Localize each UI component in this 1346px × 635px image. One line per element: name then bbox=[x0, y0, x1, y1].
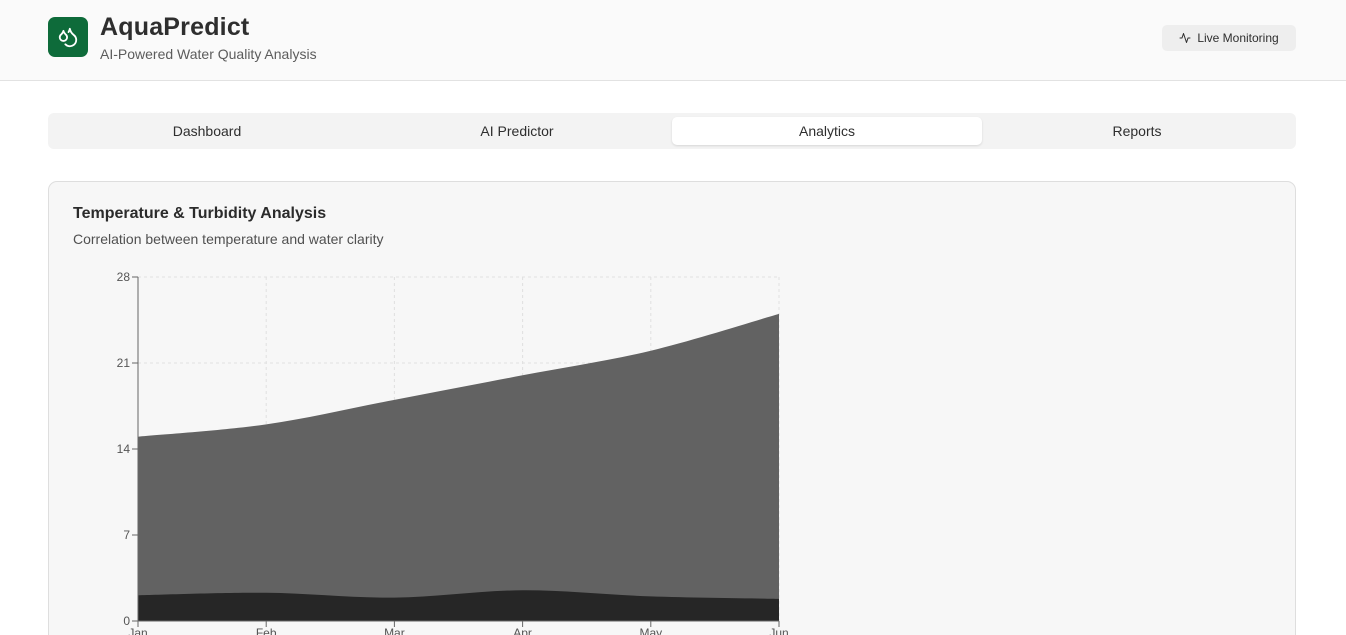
x-tick-label: Jun bbox=[769, 626, 788, 635]
y-tick-label: 7 bbox=[123, 528, 130, 542]
y-tick-label: 21 bbox=[117, 356, 131, 370]
x-tick-label: May bbox=[639, 626, 662, 635]
x-tick-label: Jan bbox=[128, 626, 147, 635]
tab-analytics[interactable]: Analytics bbox=[672, 117, 982, 145]
series-1-area bbox=[138, 313, 779, 621]
tab-dashboard[interactable]: Dashboard bbox=[52, 117, 362, 145]
x-tick-label: Apr bbox=[513, 626, 532, 635]
tab-reports[interactable]: Reports bbox=[982, 117, 1292, 145]
y-tick-label: 28 bbox=[117, 270, 131, 284]
live-monitoring-label: Live Monitoring bbox=[1197, 31, 1279, 45]
x-tick-label: Mar bbox=[384, 626, 405, 635]
app-title: AquaPredict bbox=[100, 13, 250, 41]
app-header: AquaPredict AI-Powered Water Quality Ana… bbox=[0, 0, 1346, 81]
app-subtitle: AI-Powered Water Quality Analysis bbox=[100, 46, 317, 62]
activity-icon bbox=[1179, 33, 1191, 43]
live-monitoring-button[interactable]: Live Monitoring bbox=[1162, 25, 1296, 51]
y-tick-label: 14 bbox=[117, 442, 131, 456]
analysis-card: Temperature & Turbidity Analysis Correla… bbox=[48, 181, 1296, 635]
droplets-icon bbox=[48, 17, 88, 57]
x-tick-label: Feb bbox=[256, 626, 277, 635]
tab-ai-predictor[interactable]: AI Predictor bbox=[362, 117, 672, 145]
temperature-turbidity-chart: 07142128Jan Feb Mar Apr May Jun bbox=[117, 270, 789, 635]
main-tabs: Dashboard AI Predictor Analytics Reports bbox=[48, 113, 1296, 149]
